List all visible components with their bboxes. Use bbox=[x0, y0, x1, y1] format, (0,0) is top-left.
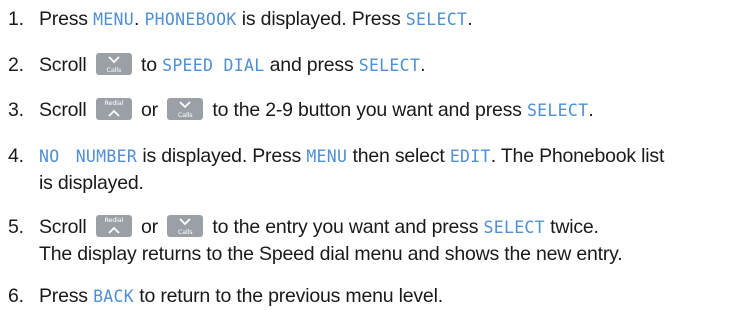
step-number: 5. bbox=[8, 216, 24, 238]
redial-up-key-icon: Redial bbox=[95, 98, 132, 120]
chevron-down-icon bbox=[179, 218, 191, 226]
step-text: is displayed. Press bbox=[142, 145, 302, 167]
step-text: Scroll bbox=[39, 99, 87, 121]
step-text: or bbox=[141, 99, 158, 121]
lcd-text: BACK bbox=[93, 287, 135, 306]
lcd-text: SELECT bbox=[483, 218, 545, 237]
step-number: 1. bbox=[8, 8, 24, 30]
step-text: to return to the previous menu level. bbox=[139, 285, 443, 307]
step-text: The display returns to the Speed dial me… bbox=[39, 243, 623, 265]
calls-down-key-icon: Calls bbox=[167, 215, 204, 237]
step-number: 2. bbox=[8, 54, 24, 76]
step-5: 5. Scroll Redial or Calls to the entry yo… bbox=[8, 214, 599, 241]
step-text: . bbox=[134, 8, 140, 30]
lcd-text: SELECT bbox=[358, 56, 421, 75]
key-label: Calls bbox=[106, 66, 122, 74]
step-number: 4. bbox=[8, 145, 24, 167]
step-number: 3. bbox=[8, 99, 24, 121]
step-4: 4. NO NUMBER is displayed. Press MENU the… bbox=[8, 143, 664, 170]
lcd-text: SELECT bbox=[405, 10, 468, 29]
step-text: . The Phonebook list bbox=[490, 145, 665, 167]
lcd-text: NO NUMBER bbox=[39, 147, 138, 166]
step-text: to bbox=[141, 54, 157, 76]
step-text: or bbox=[141, 216, 158, 238]
step-text: is displayed. bbox=[39, 172, 144, 194]
step-6: 6. Press BACK to return to the previous m… bbox=[8, 283, 443, 310]
step-text: and press bbox=[269, 54, 354, 76]
lcd-text: SPEED DIAL bbox=[162, 56, 265, 75]
step-text: twice. bbox=[550, 216, 599, 238]
lcd-text: MENU bbox=[93, 10, 135, 29]
step-5-continued: The display returns to the Speed dial me… bbox=[8, 241, 623, 268]
key-label: Calls bbox=[177, 111, 193, 119]
step-text: is displayed. Press bbox=[241, 8, 401, 30]
step-text: Press bbox=[39, 285, 88, 307]
step-3: 3. Scroll Redial or Calls to the 2-9 butt… bbox=[8, 97, 594, 124]
key-label: Redial bbox=[104, 216, 124, 224]
calls-down-key-icon: Calls bbox=[167, 98, 204, 120]
step-text: to the 2-9 button you want and press bbox=[212, 99, 522, 121]
calls-down-key-icon: Calls bbox=[95, 53, 132, 75]
chevron-up-icon bbox=[108, 226, 120, 234]
step-number: 6. bbox=[8, 285, 24, 307]
key-label: Calls bbox=[177, 228, 193, 236]
step-text: then select bbox=[352, 145, 445, 167]
lcd-text: EDIT bbox=[449, 147, 491, 166]
step-text: Press bbox=[39, 8, 88, 30]
lcd-text: PHONEBOOK bbox=[144, 10, 237, 29]
chevron-down-icon bbox=[108, 56, 120, 64]
step-text: Scroll bbox=[39, 54, 87, 76]
step-text: . bbox=[588, 99, 594, 121]
step-text: . bbox=[467, 8, 473, 30]
step-text: Scroll bbox=[39, 216, 87, 238]
step-2: 2. Scroll Calls to SPEED DIAL and press S… bbox=[8, 52, 426, 79]
step-text: . bbox=[420, 54, 426, 76]
lcd-text: SELECT bbox=[526, 101, 589, 120]
redial-up-key-icon: Redial bbox=[95, 215, 132, 237]
step-text: to the entry you want and press bbox=[212, 216, 479, 238]
step-1: 1. Press MENU. PHONEBOOK is displayed. Pr… bbox=[8, 6, 473, 33]
chevron-up-icon bbox=[108, 109, 120, 117]
lcd-text: MENU bbox=[306, 147, 348, 166]
chevron-down-icon bbox=[179, 101, 191, 109]
key-label: Redial bbox=[104, 99, 124, 107]
step-4-continued: is displayed. bbox=[8, 170, 144, 197]
